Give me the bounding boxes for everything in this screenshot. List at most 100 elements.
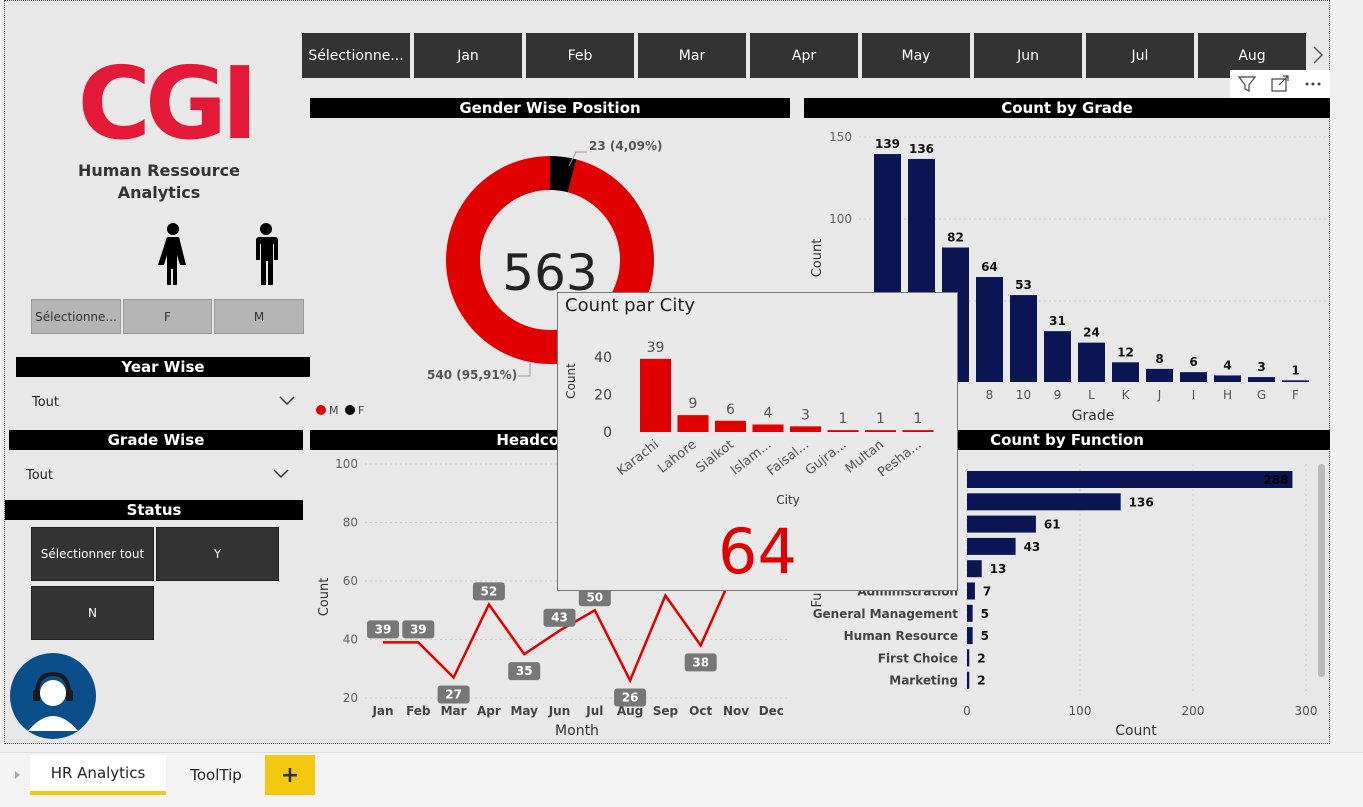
app-title: Human Ressource Analytics	[77, 161, 241, 202]
grade-data-label: 12	[1117, 345, 1134, 359]
grade-ytick: 100	[829, 212, 852, 226]
function-category-label: Human Resource	[844, 629, 958, 643]
grade-tick-label: 8	[986, 388, 994, 402]
grade-chart-title: Count by Grade	[804, 98, 1330, 118]
tab-tooltip[interactable]: ToolTip	[176, 755, 256, 795]
tab-hr-analytics[interactable]: HR Analytics	[30, 755, 166, 795]
tab-scroll-left-icon[interactable]	[14, 770, 22, 780]
grade-tick-label: 9	[1054, 388, 1062, 402]
status-y-button[interactable]: Y	[156, 527, 279, 581]
month-button-select-all[interactable]: Sélectionne...	[302, 33, 412, 78]
headcount-data-label: 52	[481, 584, 498, 598]
month-button-feb[interactable]: Feb	[526, 33, 636, 78]
headcount-month-tick: Nov	[723, 704, 749, 718]
grade-bar	[1146, 368, 1173, 382]
headcount-data-label: 43	[551, 611, 568, 625]
month-button-apr[interactable]: Apr	[750, 33, 860, 78]
function-scrollbar[interactable]	[1318, 464, 1325, 677]
function-data-label: 5	[981, 607, 989, 621]
function-bar	[967, 671, 970, 689]
status-select-all[interactable]: Sélectionner tout	[31, 527, 154, 581]
function-bar	[967, 582, 975, 600]
grade-tick-label: I	[1192, 388, 1196, 402]
headcount-month-tick: Mar	[441, 704, 467, 718]
status-n-button[interactable]: N	[31, 586, 154, 640]
function-xlabel: Count	[1115, 723, 1157, 739]
year-wise-value: Tout	[32, 395, 60, 410]
city-bar	[827, 430, 859, 432]
headcount-month-tick: Jan	[371, 704, 393, 718]
function-data-label: 2	[977, 674, 985, 688]
month-button-jul[interactable]: Jul	[1086, 33, 1196, 78]
grade-data-label: 24	[1083, 326, 1100, 340]
headcount-data-label: 39	[375, 622, 392, 636]
city-data-label: 3	[801, 407, 810, 423]
grade-data-label: 3	[1257, 360, 1265, 374]
tooltip-ytick: 40	[594, 350, 612, 366]
gender-m-button[interactable]: M	[214, 299, 304, 334]
grade-data-label: 139	[875, 137, 900, 151]
city-tick-label: Gujra...	[803, 437, 850, 478]
city-bar	[790, 426, 821, 432]
month-button-jun[interactable]: Jun	[974, 33, 1084, 78]
gender-select-all[interactable]: Sélectionne...	[31, 299, 121, 334]
grade-data-label: 64	[981, 260, 998, 274]
function-category-label: First Choice	[878, 651, 958, 665]
grade-ylabel: Count	[810, 239, 825, 278]
month-button-jan[interactable]: Jan	[414, 33, 524, 78]
function-xtick: 100	[1069, 704, 1092, 718]
function-data-label: 288	[1263, 473, 1288, 487]
legend-f-label: F	[358, 404, 364, 417]
grade-wise-header: Grade Wise	[9, 430, 303, 450]
headcount-ytick: 80	[343, 516, 358, 530]
tooltip-xlabel: City	[776, 493, 800, 507]
grade-data-label: 31	[1049, 314, 1066, 328]
grade-tick-label: G	[1257, 388, 1266, 402]
add-page-button[interactable]: +	[265, 755, 315, 795]
function-bar	[967, 604, 973, 622]
support-agent-icon[interactable]	[10, 653, 97, 740]
grade-xlabel: Grade	[1072, 408, 1115, 424]
year-wise-chevron-down-icon[interactable]	[279, 396, 295, 406]
function-ylabel: Fu	[810, 592, 825, 607]
city-data-label: 9	[689, 396, 698, 412]
month-button-may[interactable]: May	[862, 33, 972, 78]
grade-tick-label: H	[1223, 388, 1232, 402]
city-tick-label: Lahore	[655, 437, 699, 476]
more-options-icon[interactable]	[1303, 74, 1323, 94]
headcount-month-tick: Jun	[548, 704, 571, 718]
grade-tick-label: 10	[1016, 388, 1031, 402]
gender-f-button[interactable]: F	[123, 299, 212, 334]
grade-data-label: 4	[1223, 358, 1231, 372]
function-bar	[967, 627, 973, 645]
grade-tick-label: F	[1292, 388, 1299, 402]
headcount-ytick: 20	[343, 691, 358, 705]
grade-bar	[1078, 342, 1105, 382]
filter-icon[interactable]	[1237, 74, 1257, 94]
grade-bar	[1010, 295, 1037, 382]
tooltip-ytick: 0	[603, 425, 612, 441]
grade-data-label: 53	[1015, 278, 1032, 292]
grade-wise-chevron-down-icon[interactable]	[273, 469, 289, 479]
function-category-label: Marketing	[889, 674, 958, 688]
function-bar	[967, 560, 982, 578]
headcount-data-label: 50	[586, 590, 603, 604]
function-data-label: 43	[1024, 540, 1041, 554]
headcount-month-tick: Dec	[759, 704, 784, 718]
function-data-label: 7	[983, 585, 991, 599]
gender-chart-title: Gender Wise Position	[310, 98, 790, 118]
grade-tick-label: K	[1122, 388, 1131, 402]
tooltip-total: 64	[718, 515, 797, 588]
month-button-mar[interactable]: Mar	[638, 33, 748, 78]
city-tick-label: Karachi	[614, 437, 662, 479]
chevron-right-icon[interactable]	[1312, 46, 1324, 64]
gender-m-label: 540 (95,91%)	[427, 368, 517, 382]
legend-m-label: M	[329, 404, 339, 417]
svg-text:CGI: CGI	[78, 52, 253, 144]
headcount-month-tick: Feb	[406, 704, 431, 718]
city-bar	[865, 430, 896, 432]
headcount-ylabel: Count	[317, 578, 332, 617]
focus-mode-icon[interactable]	[1270, 74, 1290, 94]
grade-data-label: 8	[1155, 352, 1163, 366]
city-tick-label: Faisal...	[764, 437, 812, 479]
